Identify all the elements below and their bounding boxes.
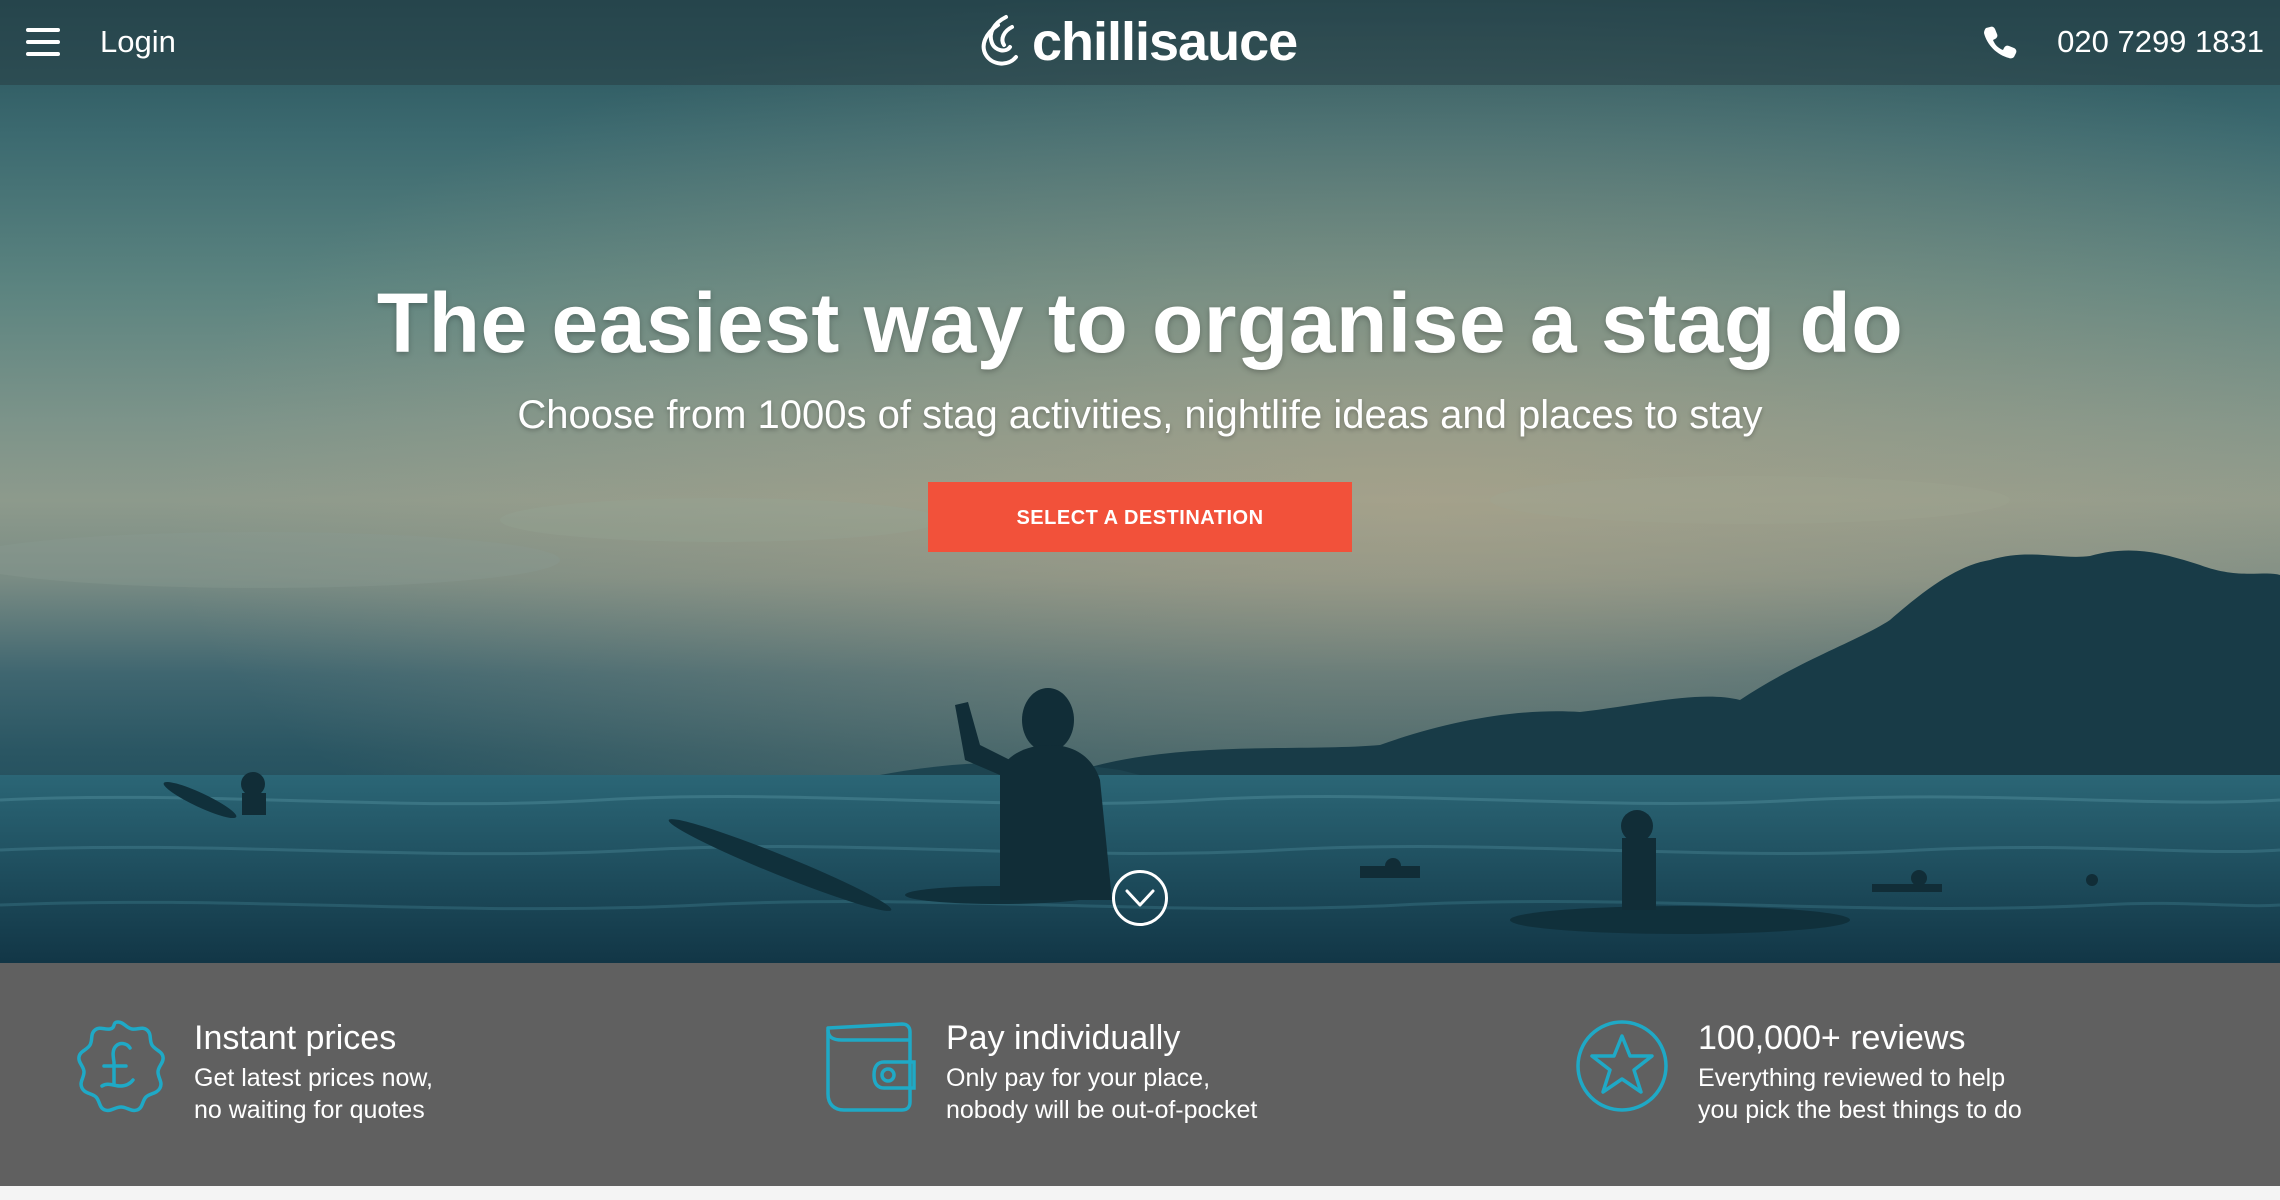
hamburger-menu-icon[interactable] bbox=[26, 28, 60, 56]
feature-description: Only pay for your place, nobody will be … bbox=[946, 1062, 1466, 1126]
feature-description-line: nobody will be out-of-pocket bbox=[946, 1096, 1258, 1124]
feature-text: 100,000+ reviews Everything reviewed to … bbox=[1698, 1018, 2218, 1126]
phone-contact[interactable]: 020 7299 1831 bbox=[1983, 22, 2264, 62]
feature-description-line: you pick the best things to do bbox=[1698, 1096, 2022, 1124]
chillisauce-logo[interactable]: chillisauce bbox=[976, 12, 1298, 72]
select-destination-button[interactable]: SELECT A DESTINATION bbox=[928, 482, 1352, 552]
scroll-down-chevron-icon[interactable] bbox=[1112, 870, 1168, 926]
feature-title: Pay individually bbox=[946, 1019, 1181, 1057]
page: Login chillisauce 020 7299 1831 The easi… bbox=[0, 0, 2280, 1200]
feature-text: Instant prices Get latest prices now, no… bbox=[194, 1018, 714, 1126]
hero-subtitle: Choose from 1000s of stag activities, ni… bbox=[517, 393, 1763, 437]
feature-description-line: Only pay for your place, bbox=[946, 1064, 1211, 1092]
feature-description-line: Everything reviewed to help bbox=[1698, 1064, 2006, 1092]
feature-title: Instant prices bbox=[194, 1019, 397, 1057]
hero-content: The easiest way to organise a stag do Ch… bbox=[0, 268, 2280, 552]
phone-icon bbox=[1984, 26, 2017, 59]
pound-badge-icon bbox=[77, 1020, 165, 1113]
login-link[interactable]: Login bbox=[100, 24, 176, 60]
feature-title: 100,000+ reviews bbox=[1698, 1019, 1966, 1057]
features-bar: Instant prices Get latest prices now, no… bbox=[0, 963, 2280, 1186]
feature-description-line: no waiting for quotes bbox=[194, 1096, 425, 1124]
feature-description: Everything reviewed to help you pick the… bbox=[1698, 1062, 2218, 1126]
phone-number: 020 7299 1831 bbox=[2057, 24, 2264, 59]
chevron-down-icon bbox=[1125, 889, 1155, 907]
star-circle-icon bbox=[1576, 1020, 1668, 1112]
feature-description: Get latest prices now, no waiting for qu… bbox=[194, 1062, 714, 1126]
feature-text: Pay individually Only pay for your place… bbox=[946, 1018, 1466, 1126]
page-bottom-strip bbox=[0, 1186, 2280, 1200]
feature-description-line: Get latest prices now, bbox=[194, 1064, 434, 1092]
chillisauce-swirl-icon bbox=[981, 15, 1018, 66]
logo-wordmark: chillisauce bbox=[1032, 12, 1298, 72]
hero-title: The easiest way to organise a stag do bbox=[376, 276, 1904, 370]
top-nav-bar: Login chillisauce 020 7299 1831 bbox=[0, 0, 2280, 85]
hero-section: Login chillisauce 020 7299 1831 The easi… bbox=[0, 0, 2280, 963]
wallet-icon bbox=[826, 1022, 916, 1112]
